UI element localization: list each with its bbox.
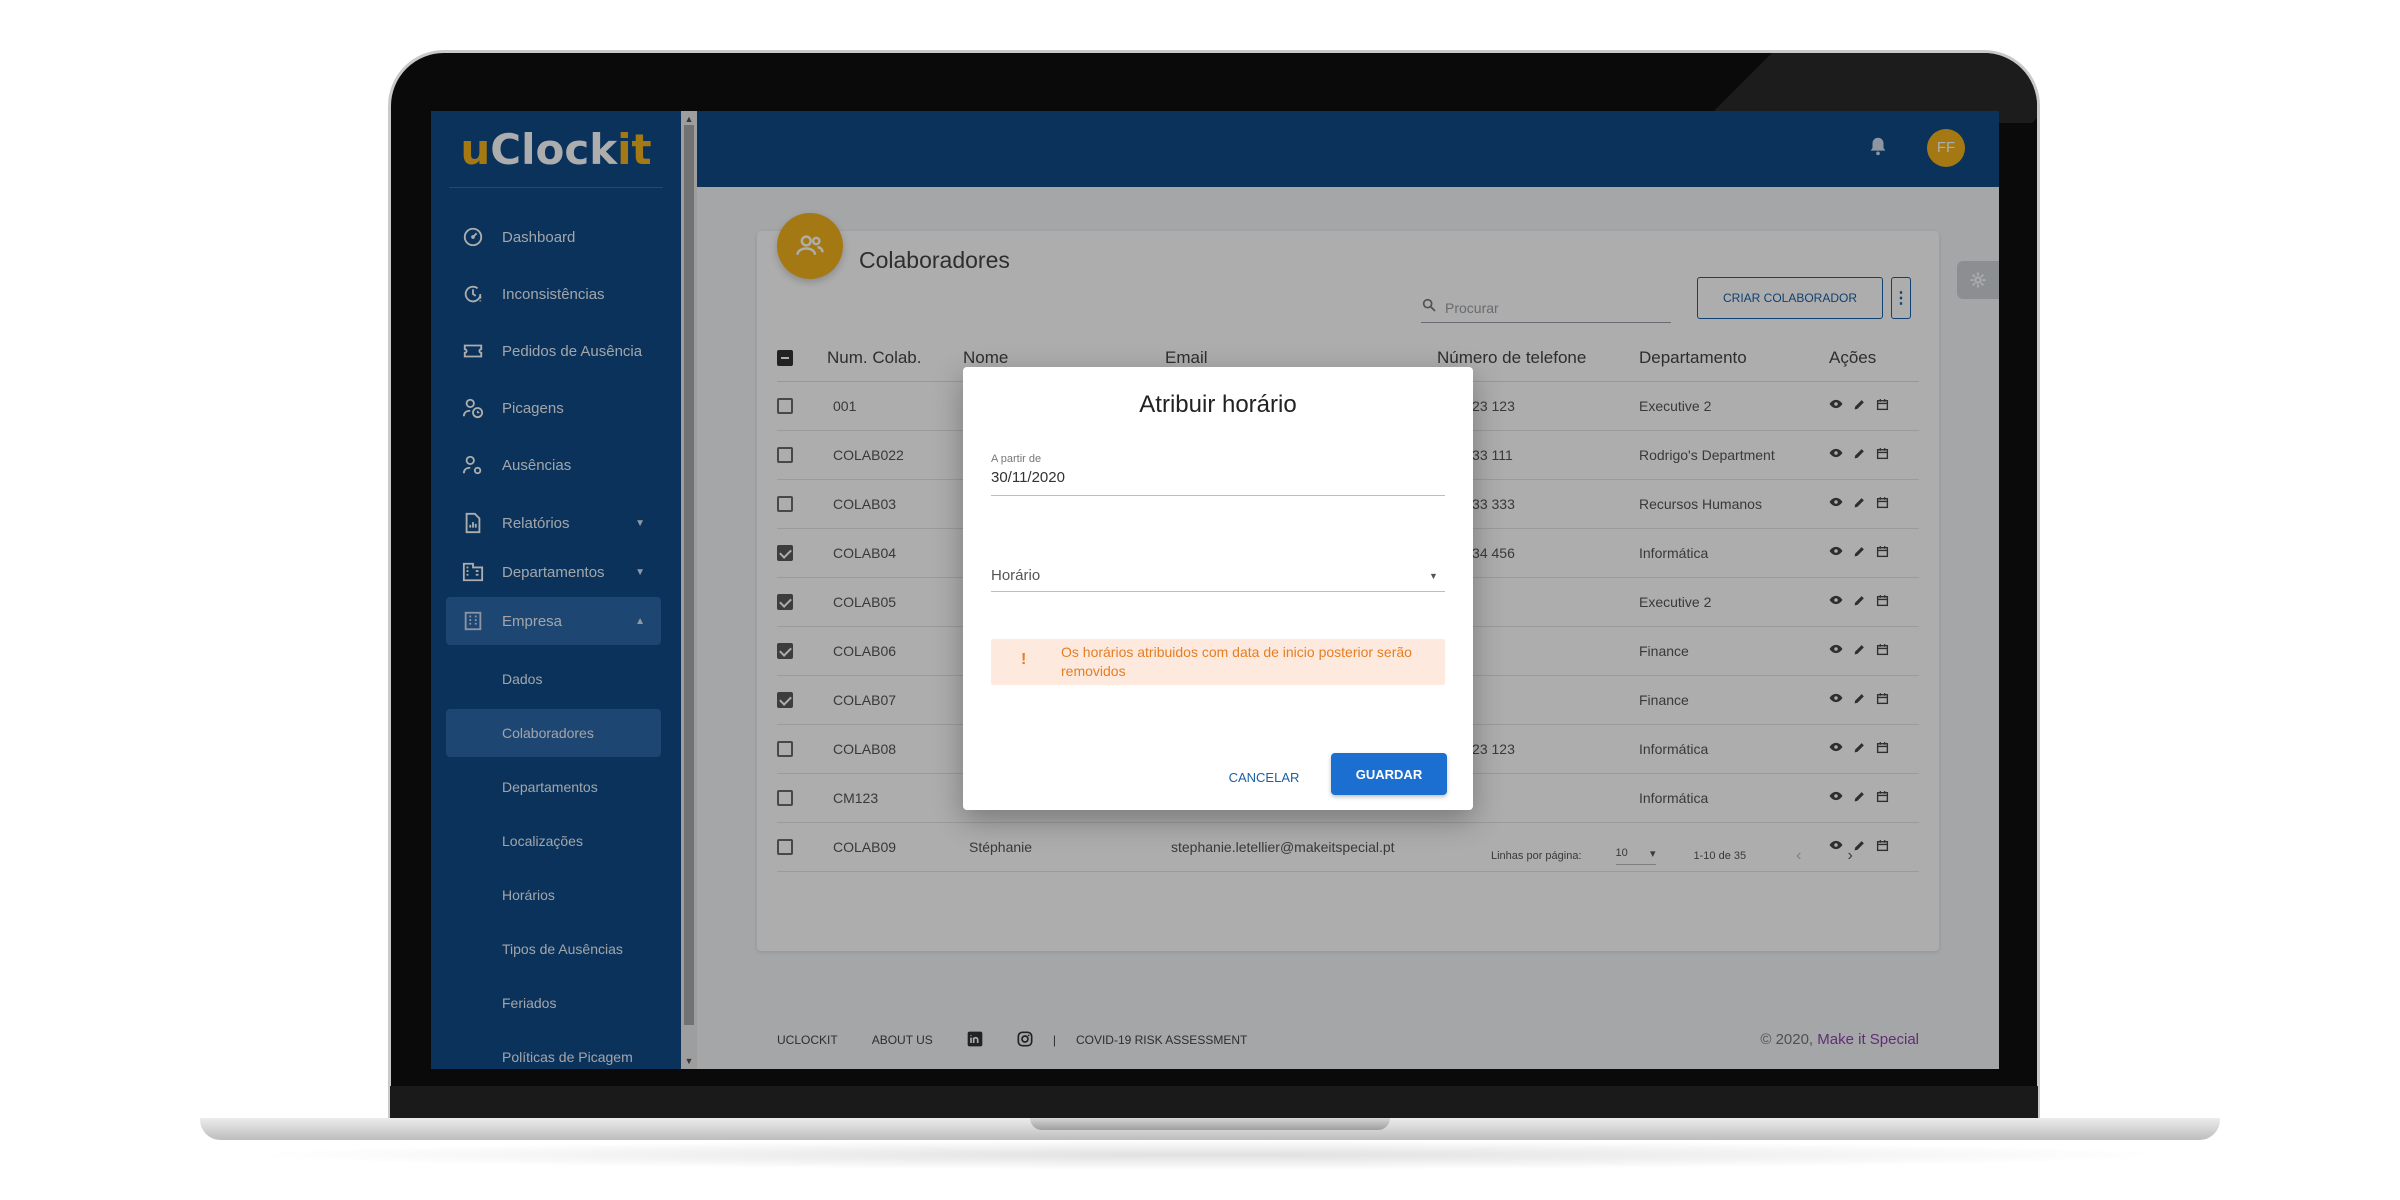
laptop-hinge — [390, 1086, 2038, 1118]
schedule-select[interactable]: Horário — [991, 567, 1040, 584]
schedule-select-underline — [991, 591, 1445, 592]
laptop-shadow — [240, 1140, 2180, 1170]
laptop-notch — [1030, 1118, 1390, 1130]
warning-alert: ! Os horários atribuidos com data de ini… — [991, 639, 1445, 685]
warning-text: Os horários atribuidos com data de inici… — [1061, 644, 1412, 679]
start-date-underline — [991, 495, 1445, 496]
assign-schedule-dialog: Atribuir horário A partir de 30/11/2020 … — [963, 367, 1473, 810]
start-date-label: A partir de — [991, 453, 1042, 465]
app-screen: uClockit Dashboard Inconsistências Pedid… — [431, 111, 1999, 1069]
save-button[interactable]: GUARDAR — [1331, 753, 1447, 795]
cancel-button[interactable]: CANCELAR — [1219, 757, 1309, 797]
warning-icon: ! — [1021, 651, 1027, 668]
dialog-title: Atribuir horário — [1139, 391, 1297, 418]
laptop-frame: uClockit Dashboard Inconsistências Pedid… — [388, 50, 2040, 1118]
start-date-field[interactable]: 30/11/2020 — [991, 469, 1065, 486]
chevron-down-icon[interactable]: ▼ — [1429, 571, 1438, 581]
